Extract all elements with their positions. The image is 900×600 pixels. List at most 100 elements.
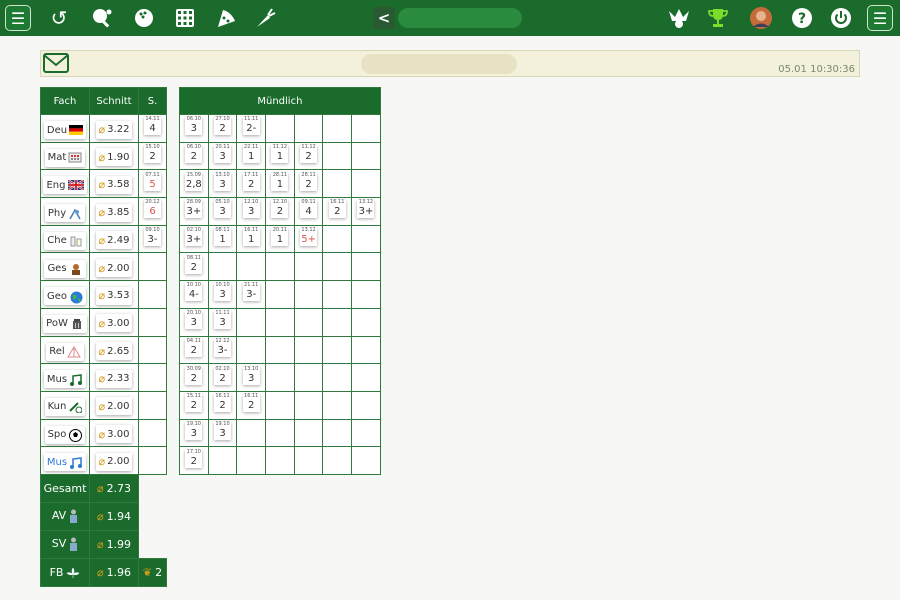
oral-grade[interactable]: 28.09 3+	[185, 199, 203, 219]
grade-value: 3	[219, 151, 226, 163]
oral-grade[interactable]: 20.10 3	[185, 310, 203, 330]
average-button[interactable]: ⌀ 2.33	[95, 369, 133, 388]
back-button[interactable]: <	[373, 7, 395, 29]
oral-grade[interactable]: 17.10 2	[185, 449, 203, 468]
oral-grade[interactable]: 27.10 2	[214, 116, 232, 136]
average-button[interactable]: ⌀ 3.00	[95, 425, 133, 444]
oral-grade[interactable]: 19.10 3	[214, 421, 232, 440]
average-button[interactable]: ⌀ 3.58	[95, 175, 133, 194]
oral-grade[interactable]: 11.11 3	[214, 310, 232, 330]
oral-grade[interactable]: 16.11 2	[328, 199, 346, 219]
jester-icon[interactable]	[666, 5, 692, 31]
subject-button[interactable]: Che	[44, 231, 86, 250]
oral-grade[interactable]: 16.11 1	[242, 227, 260, 247]
subject-button[interactable]: Kun	[44, 397, 86, 416]
average-button[interactable]: ⌀ 2.65	[95, 342, 133, 361]
oral-grade[interactable]: 02.10 3+	[185, 227, 203, 247]
power-icon[interactable]	[828, 5, 854, 31]
calculator-icon[interactable]	[172, 5, 198, 31]
oral-grade[interactable]: 11.11 2-	[242, 116, 260, 136]
oral-grade[interactable]: 13.10 3	[214, 172, 232, 191]
average-button[interactable]: ⌀ 2.49	[95, 231, 133, 250]
subject-cell: Mat	[40, 141, 90, 171]
average-button[interactable]: ⌀ 3.53	[95, 286, 133, 305]
oral-grade[interactable]: 11.12 1	[271, 144, 289, 164]
table-tennis-icon[interactable]	[89, 5, 115, 31]
oral-grade[interactable]: 08.11 2	[185, 254, 203, 274]
oral-grade[interactable]: 21.11 3-	[242, 282, 260, 302]
subject-button[interactable]: Rel	[46, 342, 84, 361]
oral-grade[interactable]: 20.11 1	[271, 227, 289, 247]
avatar[interactable]	[748, 5, 774, 31]
oral-grade[interactable]: 12.10 3	[242, 199, 260, 219]
subject-button[interactable]: Mat	[44, 148, 86, 167]
oral-grade[interactable]: 10.10 4-	[185, 282, 203, 302]
average-button[interactable]: ⌀ 2.00	[95, 397, 133, 416]
grade-date: 07.11	[145, 171, 160, 178]
oral-grade[interactable]: 28.11 2	[300, 172, 318, 191]
average-button[interactable]: ⌀ 3.22	[95, 120, 133, 139]
menu-button-right[interactable]: ☰	[867, 5, 893, 31]
subject-button[interactable]: Eng	[43, 176, 87, 195]
written-grade[interactable]: 15.10 2	[144, 144, 161, 164]
average-button[interactable]: ⌀ 2.00	[95, 452, 133, 471]
subject-button[interactable]: Phy	[44, 204, 86, 223]
oral-grade[interactable]: 13.12 5+	[300, 227, 318, 247]
oral-grade[interactable]: 09.11 4	[300, 199, 318, 219]
oral-grade[interactable]: 30.09 2	[185, 366, 203, 385]
oral-grade[interactable]: 10.10 3	[214, 282, 232, 302]
oral-grade[interactable]: 28.11 1	[271, 172, 289, 191]
oral-grade[interactable]: 06.10 3	[185, 116, 203, 136]
menu-button[interactable]: ☰	[5, 5, 31, 31]
subject-button[interactable]: Mus	[43, 370, 87, 389]
oral-grade[interactable]: 16.11 2	[242, 393, 260, 413]
oral-grade[interactable]: 17.11 2	[242, 172, 260, 191]
subject-button[interactable]: Deu	[43, 121, 87, 140]
subject-button[interactable]: Mus	[43, 453, 87, 472]
oral-grade[interactable]: 13.10 3	[242, 366, 260, 385]
grade-date: 08.11	[186, 254, 201, 261]
oral-grade[interactable]: 16.11 2	[214, 393, 232, 413]
oral-grade[interactable]: 15.11 2	[185, 393, 203, 413]
calculator-icon	[68, 152, 82, 163]
grade-value: 5	[149, 178, 156, 190]
oral-grade[interactable]: 05.10 3	[214, 199, 232, 219]
subject-button[interactable]: Geo	[43, 287, 87, 306]
average-button[interactable]: ⌀ 3.85	[95, 203, 133, 222]
trophy-icon[interactable]	[705, 5, 731, 31]
oral-grade[interactable]: 08.11 1	[214, 227, 232, 247]
oral-grade-cell: 16.11 2	[236, 390, 267, 420]
written-grade[interactable]: 14.11 4	[144, 116, 161, 136]
average-button[interactable]: ⌀ 3.00	[95, 314, 133, 333]
average-button[interactable]: ⌀ 1.90	[95, 148, 133, 167]
written-grade[interactable]: 20.12 6	[144, 199, 161, 219]
written-grade[interactable]: 07.11 5	[144, 171, 161, 191]
average-button[interactable]: ⌀ 2.00	[95, 259, 133, 278]
oral-grade[interactable]: 06.10 2	[185, 144, 203, 164]
envelope-icon[interactable]	[43, 53, 69, 73]
oral-grade[interactable]: 13.12 3+	[357, 199, 375, 219]
help-icon[interactable]: ?	[789, 5, 815, 31]
grade-date: 16.11	[244, 393, 259, 400]
grade-date: 15.09	[186, 171, 201, 178]
oral-grade[interactable]: 12.12 3-	[214, 338, 232, 357]
subject-button[interactable]: Spo	[44, 425, 86, 444]
carrot-icon[interactable]	[252, 5, 278, 31]
oral-grade[interactable]: 20.11 3	[214, 144, 232, 164]
history-icon[interactable]: ↺	[46, 5, 72, 31]
oral-grade[interactable]: 12.10 2	[271, 199, 289, 219]
grade-value: 2	[190, 151, 198, 163]
oral-grade[interactable]: 04.11 2	[185, 338, 203, 357]
oral-grade[interactable]: 22.11 1	[242, 144, 260, 164]
subject-button[interactable]: Ges	[44, 259, 86, 278]
oral-grade[interactable]: 11.12 2	[300, 144, 318, 164]
bowling-icon[interactable]	[131, 5, 157, 31]
oral-grade[interactable]: 15.09 2,8	[185, 171, 203, 191]
subject-button[interactable]: PoW	[43, 314, 87, 333]
written-grade[interactable]: 09.10 3-	[144, 227, 161, 247]
oral-grade[interactable]: 02.10 2	[214, 366, 232, 385]
pizza-icon[interactable]	[213, 5, 239, 31]
grade-value: 2	[305, 151, 312, 163]
oral-grade[interactable]: 19.10 3	[185, 421, 203, 440]
average-symbol: ⌀	[98, 123, 106, 137]
